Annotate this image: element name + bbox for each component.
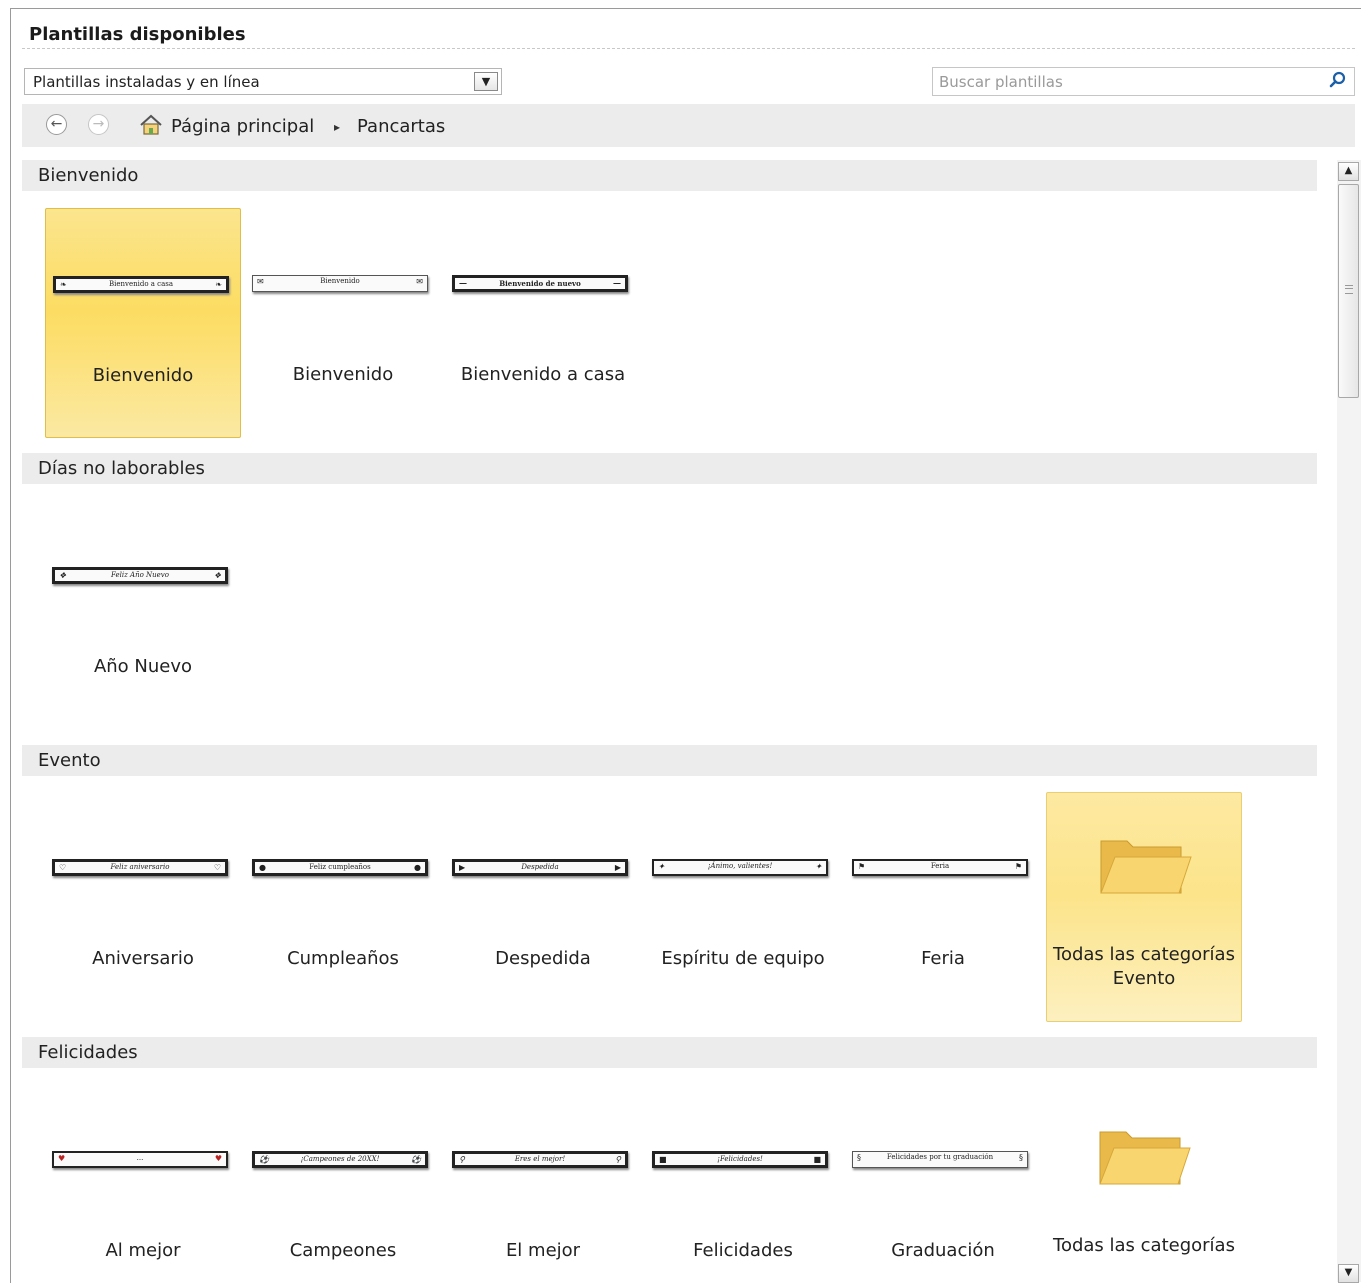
folder-icon	[1099, 1131, 1191, 1185]
banner-thumbnail: ⚑ Feria ⚑	[852, 859, 1028, 876]
template-label: Graduación	[891, 1240, 995, 1261]
search-icon[interactable]	[1327, 69, 1349, 91]
template-label: Cumpleaños	[287, 948, 399, 969]
back-arrow-icon[interactable]: ←	[46, 114, 67, 135]
template-source-dropdown[interactable]: Plantillas instaladas y en línea ▼	[24, 68, 502, 95]
home-icon[interactable]	[139, 114, 163, 136]
banner-thumbnail: ♡ Feliz aniversario ♡	[52, 859, 228, 876]
scroll-up-icon[interactable]: ▲	[1338, 162, 1359, 181]
scrollbar-thumb[interactable]	[1338, 184, 1359, 398]
banner-thumbnail: ⚲ Eres el mejor! ⚲	[452, 1151, 628, 1168]
template-label: Campeones	[289, 1240, 397, 1261]
search-placeholder: Buscar plantillas	[939, 73, 1063, 91]
template-item[interactable]: ♡ Feliz aniversario ♡ Aniversario	[45, 792, 241, 1022]
all-categories-folder[interactable]: Todas las categorías	[1046, 1084, 1242, 1282]
template-label: Al mejor	[105, 1240, 181, 1261]
template-item[interactable]: ♥... ♥ Al mejor	[45, 1084, 241, 1282]
page-title: Plantillas disponibles	[29, 24, 246, 45]
section-header-felicidades: Felicidades	[22, 1037, 1317, 1068]
breadcrumb-current: Pancartas	[357, 116, 446, 137]
vertical-scrollbar[interactable]: ▲ ▼	[1337, 160, 1361, 1283]
template-item[interactable]: ⚲ Eres el mejor! ⚲ El mejor	[445, 1084, 641, 1282]
template-label: Aniversario	[92, 948, 194, 969]
title-divider	[22, 48, 1355, 49]
template-item[interactable]: ⚑ Feria ⚑ Feria	[845, 792, 1041, 1022]
template-item[interactable]: ■ ¡Felicidades! ■ Felicidades	[645, 1084, 841, 1282]
template-label: Bienvenido a casa	[460, 364, 626, 385]
dropdown-value: Plantillas instaladas y en línea	[33, 73, 260, 91]
template-label: El mejor	[505, 1240, 581, 1261]
navigation-bar: ← → Página principal ▸ Pancartas	[22, 104, 1355, 147]
banner-thumbnail: § Felicidades por tu graduación §	[852, 1151, 1028, 1168]
breadcrumb-separator-icon: ▸	[334, 120, 341, 134]
banner-thumbnail: ♥... ♥	[52, 1151, 228, 1168]
banner-thumbnail: — Bienvenido de nuevo —	[452, 275, 628, 292]
scroll-down-icon[interactable]: ▼	[1338, 1264, 1359, 1283]
template-label: Espíritu de equipo	[661, 948, 825, 969]
section-header-bienvenido: Bienvenido	[22, 160, 1317, 191]
template-item[interactable]: ▶ Despedida ▶ Despedida	[445, 792, 641, 1022]
section-header-evento: Evento	[22, 745, 1317, 776]
template-label: Felicidades	[693, 1240, 793, 1261]
all-categories-folder[interactable]: Todas las categorías Evento	[1046, 792, 1242, 1022]
template-item[interactable]: — Bienvenido de nuevo — Bienvenido a casa	[445, 208, 641, 438]
section-header-dias-no-laborables: Días no laborables	[22, 453, 1317, 484]
banner-thumbnail: ✉ Bienvenido ✉	[252, 275, 428, 292]
template-item[interactable]: ✦ ¡Ánimo, valientes! ✦ Espíritu de equipo	[645, 792, 841, 1022]
banner-thumbnail: ▶ Despedida ▶	[452, 859, 628, 876]
template-label: Feria	[921, 948, 965, 969]
template-gallery: Bienvenido ❧ Bienvenido a casa ❧ Bienvenid…	[22, 160, 1337, 1282]
forward-arrow-icon[interactable]: →	[88, 114, 109, 135]
template-label: Despedida	[495, 948, 591, 969]
template-label: Todas las categorías	[1053, 1235, 1235, 1256]
template-item[interactable]: ❧ Bienvenido a casa ❧ Bienvenido	[45, 208, 241, 438]
template-item[interactable]: ❖ Feliz Año Nuevo ❖ Año Nuevo	[45, 500, 241, 730]
template-item[interactable]: ⚽ ¡Campeones de 20XX! ⚽ Campeones	[245, 1084, 441, 1282]
folder-icon	[1100, 840, 1192, 894]
search-templates-input[interactable]: Buscar plantillas	[932, 67, 1355, 96]
banner-thumbnail: ⚽ ¡Campeones de 20XX! ⚽	[252, 1151, 428, 1168]
template-item[interactable]: § Felicidades por tu graduación § Graduaci…	[845, 1084, 1041, 1282]
banner-thumbnail: ✦ ¡Ánimo, valientes! ✦	[652, 859, 828, 876]
template-label: Bienvenido	[92, 365, 194, 386]
banner-thumbnail: ■ ¡Felicidades! ■	[652, 1151, 828, 1168]
template-label: Año Nuevo	[93, 656, 193, 677]
template-item[interactable]: ● Feliz cumpleaños ● Cumpleaños	[245, 792, 441, 1022]
template-label: Todas las categorías Evento	[1053, 944, 1235, 989]
banner-thumbnail: ❧ Bienvenido a casa ❧	[53, 276, 229, 293]
breadcrumb-home[interactable]: Página principal	[171, 116, 314, 137]
template-label: Bienvenido	[292, 364, 394, 385]
banner-thumbnail: ❖ Feliz Año Nuevo ❖	[52, 567, 228, 584]
template-item[interactable]: ✉ Bienvenido ✉ Bienvenido	[245, 208, 441, 438]
chevron-down-icon[interactable]: ▼	[474, 72, 498, 91]
banner-thumbnail: ● Feliz cumpleaños ●	[252, 859, 428, 876]
